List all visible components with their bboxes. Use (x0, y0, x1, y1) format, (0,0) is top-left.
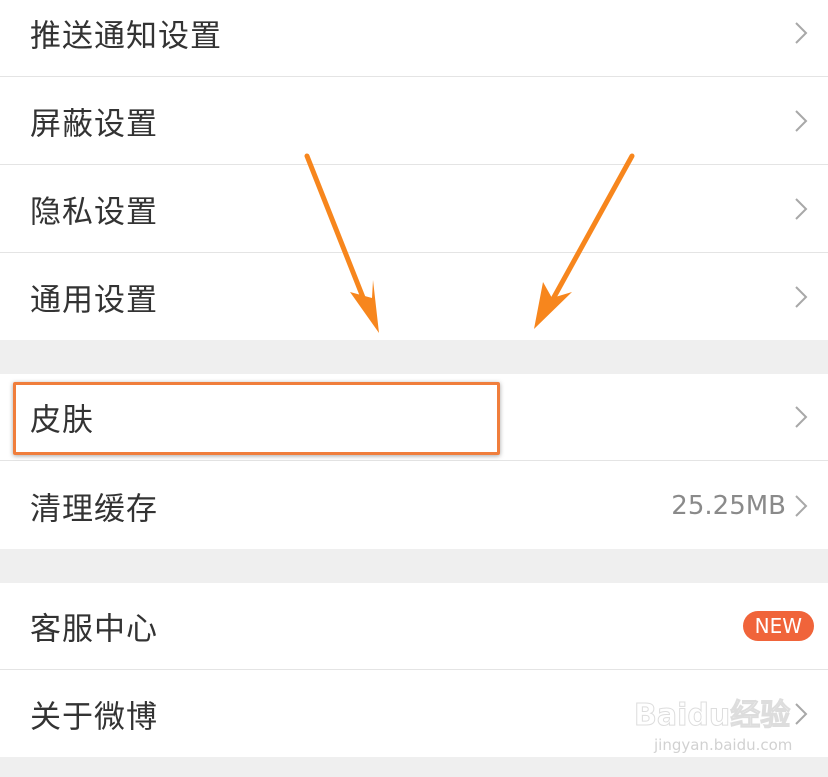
highlight-box (13, 382, 500, 455)
row-label: 关于微博 (30, 699, 158, 735)
row-label: 清理缓存 (30, 491, 158, 527)
chevron-right-icon (795, 494, 808, 517)
general-settings-row[interactable]: 通用设置 (0, 253, 828, 340)
row-label: 屏蔽设置 (30, 106, 158, 143)
watermark-brand: Baidu经验 (633, 698, 791, 734)
privacy-settings-row[interactable]: 隐私设置 (0, 166, 828, 253)
row-label: 隐私设置 (30, 194, 158, 231)
settings-group-1: 推送通知设置 屏蔽设置 隐私设置 通用设置 (0, 0, 828, 340)
customer-service-row[interactable]: 客服中心 NEW (0, 583, 828, 670)
chevron-right-icon (795, 22, 808, 44)
block-settings-row[interactable]: 屏蔽设置 (0, 78, 828, 165)
row-label: 通用设置 (30, 282, 158, 318)
baidu-watermark: Baidu经验 jingyan.baidu.com (633, 686, 824, 766)
chevron-right-icon (795, 198, 808, 220)
clear-cache-row[interactable]: 清理缓存 25.25MB (0, 462, 828, 549)
push-notification-settings-row[interactable]: 推送通知设置 (0, 0, 828, 77)
watermark-url: jingyan.baidu.com (654, 736, 793, 754)
chevron-right-icon (795, 285, 808, 308)
cache-size-value: 25.25MB (671, 490, 786, 521)
new-badge: NEW (742, 611, 814, 641)
chevron-right-icon (795, 406, 808, 428)
row-label: 客服中心 (30, 611, 158, 648)
row-label: 推送通知设置 (30, 18, 222, 55)
chevron-right-icon (795, 110, 808, 132)
